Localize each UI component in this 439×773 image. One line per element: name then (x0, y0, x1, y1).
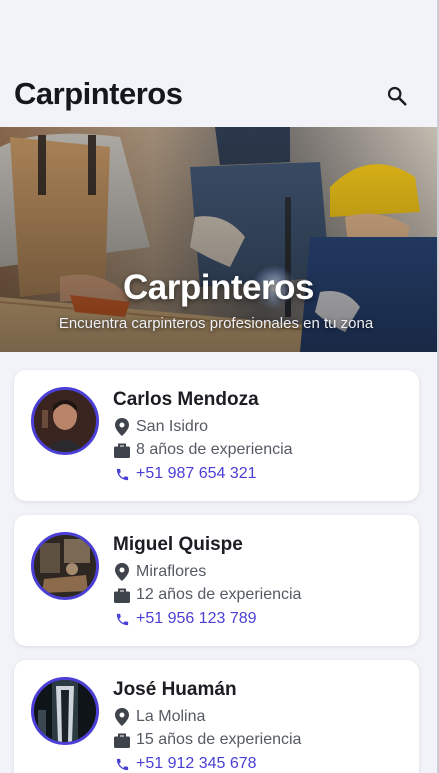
phone-text: +51 956 123 789 (136, 610, 257, 627)
location-row: San Isidro (113, 418, 208, 436)
avatar (31, 532, 99, 600)
location-pin-icon (113, 708, 131, 726)
experience-text: 12 años de experiencia (136, 586, 302, 603)
location-text: La Molina (136, 708, 206, 725)
screen: Carpinteros Carpinteros Encuentra carpin… (0, 0, 439, 773)
experience-text: 8 años de experiencia (136, 441, 293, 458)
carpenter-card[interactable]: Carlos Mendoza San Isidro 8 años de expe… (14, 370, 419, 501)
carpenter-name: Miguel Quispe (113, 534, 243, 555)
experience-row: 12 años de experiencia (113, 586, 301, 604)
search-button[interactable] (381, 80, 413, 112)
search-icon (387, 86, 407, 106)
phone-link[interactable]: +51 987 654 321 (113, 465, 257, 483)
phone-link[interactable]: +51 912 345 678 (113, 755, 257, 773)
avatar (31, 387, 99, 455)
hero-title: Carpinteros (123, 268, 314, 307)
phone-icon (113, 755, 131, 773)
carpenter-card[interactable]: José Huamán La Molina 15 años de experie… (14, 660, 419, 773)
experience-row: 8 años de experiencia (113, 441, 293, 459)
carpenter-name: Carlos Mendoza (113, 389, 259, 410)
location-row: Miraflores (113, 563, 206, 581)
phone-icon (113, 465, 131, 483)
briefcase-icon (113, 731, 131, 749)
phone-text: +51 912 345 678 (136, 755, 257, 772)
briefcase-icon (113, 441, 131, 459)
briefcase-icon (113, 586, 131, 604)
location-pin-icon (113, 418, 131, 436)
experience-text: 15 años de experiencia (136, 731, 302, 748)
location-pin-icon (113, 563, 131, 581)
location-text: Miraflores (136, 563, 207, 580)
hero-banner: Carpinteros Encuentra carpinteros profes… (0, 127, 437, 352)
phone-icon (113, 610, 131, 628)
phone-text: +51 987 654 321 (136, 465, 257, 482)
avatar (31, 677, 99, 745)
location-row: La Molina (113, 708, 205, 726)
hero-subtitle: Encuentra carpinteros profesionales en t… (58, 315, 374, 332)
carpenter-card[interactable]: Miguel Quispe Miraflores 12 años de expe… (14, 515, 419, 646)
app-bar: Carpinteros (0, 0, 437, 127)
carpenter-name: José Huamán (113, 679, 237, 700)
location-text: San Isidro (136, 418, 209, 435)
phone-link[interactable]: +51 956 123 789 (113, 610, 257, 628)
experience-row: 15 años de experiencia (113, 731, 301, 749)
page-title: Carpinteros (14, 76, 183, 111)
